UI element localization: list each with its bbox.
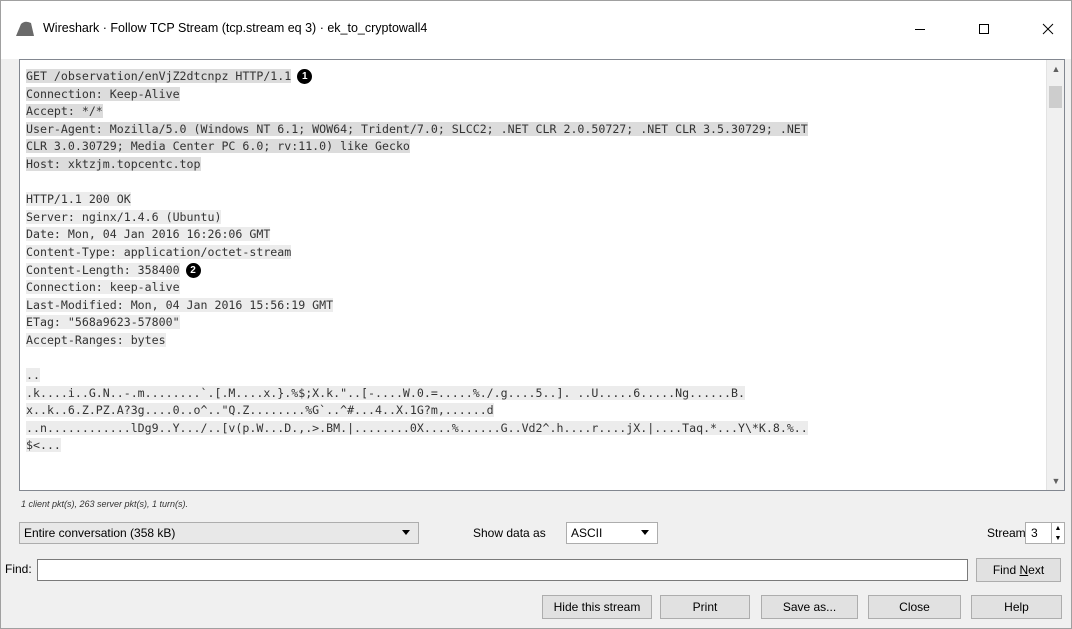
stream-line: Accept-Ranges: bytes	[26, 332, 1040, 350]
stream-line: ..n............lDg9..Y.../..[v(p.W...D.,…	[26, 420, 1040, 438]
help-button[interactable]: Help	[971, 595, 1062, 619]
stream-line: x..k..6.Z.PZ.A?3g....0..o^.."Q.Z........…	[26, 402, 1040, 420]
stream-line-text: .k....i..G.N..-.m........`.[.M....x.}.%$…	[26, 385, 745, 400]
title-bar[interactable]: Wireshark · Follow TCP Stream (tcp.strea…	[1, 1, 1071, 59]
stream-line: ETag: "568a9623-57800"	[26, 314, 1040, 332]
stream-line: Accept: */*	[26, 103, 1040, 121]
spin-down-icon[interactable]: ▼	[1052, 533, 1064, 543]
stream-line-text: User-Agent: Mozilla/5.0 (Windows NT 6.1;…	[26, 121, 808, 136]
close-window-button[interactable]	[1025, 11, 1071, 49]
conversation-select[interactable]: Entire conversation (358 kB)	[19, 522, 419, 544]
show-data-as-value: ASCII	[571, 526, 603, 540]
minimize-button[interactable]	[897, 11, 943, 49]
callout-marker: 1	[297, 69, 313, 84]
hide-stream-button[interactable]: Hide this stream	[542, 595, 652, 619]
vertical-scrollbar[interactable]: ▲ ▼	[1046, 60, 1064, 490]
stream-number-spinbox[interactable]: 3 ▲ ▼	[1025, 522, 1065, 544]
stream-line-text: $<...	[26, 438, 61, 453]
stream-line: GET /observation/enVjZ2dtcnpz HTTP/1.1 1	[26, 68, 1040, 86]
stream-line: $<...	[26, 437, 1040, 455]
find-next-button[interactable]: Find Next	[976, 558, 1061, 582]
window-title: Wireshark · Follow TCP Stream (tcp.strea…	[43, 21, 428, 35]
stream-content[interactable]: GET /observation/enVjZ2dtcnpz HTTP/1.1 1 C…	[26, 68, 1040, 455]
scroll-thumb[interactable]	[1049, 86, 1062, 108]
show-data-as-select[interactable]: ASCII	[566, 522, 658, 544]
stream-label: Stream	[987, 526, 1026, 540]
chevron-down-icon	[641, 530, 649, 535]
find-input[interactable]	[37, 559, 968, 581]
conversation-select-value: Entire conversation (358 kB)	[24, 526, 176, 540]
stream-line-text: GET /observation/enVjZ2dtcnpz HTTP/1.1	[26, 69, 292, 83]
stream-line-text: Last-Modified: Mon, 04 Jan 2016 15:56:19…	[26, 297, 334, 312]
stream-line: Date: Mon, 04 Jan 2016 16:26:06 GMT	[26, 226, 1040, 244]
stream-line: .k....i..G.N..-.m........`.[.M....x.}.%$…	[26, 385, 1040, 403]
stream-line-text: CLR 3.0.30729; Media Center PC 6.0; rv:1…	[26, 139, 410, 154]
stream-line-text: Connection: keep-alive	[26, 280, 180, 295]
scroll-down-icon[interactable]: ▼	[1047, 472, 1064, 490]
stream-line-text: HTTP/1.1 200 OK	[26, 192, 131, 207]
stream-line: ..	[26, 367, 1040, 385]
find-label: Find:	[5, 562, 32, 576]
stream-line-text: Host: xktzjm.topcentc.top	[26, 156, 201, 171]
stream-line-text: Accept-Ranges: bytes	[26, 332, 166, 347]
stream-line-text: ..n............lDg9..Y.../..[v(p.W...D.,…	[26, 420, 808, 435]
stream-line	[26, 350, 1040, 368]
find-next-label: Find Next	[992, 563, 1045, 577]
stream-line: Host: xktzjm.topcentc.top	[26, 156, 1040, 174]
chevron-down-icon	[402, 530, 410, 535]
stream-text-pane[interactable]: GET /observation/enVjZ2dtcnpz HTTP/1.1 1 C…	[19, 59, 1065, 491]
wireshark-fin-icon	[15, 21, 35, 37]
close-icon	[1042, 23, 1054, 38]
packet-stats: 1 client pkt(s), 263 server pkt(s), 1 tu…	[21, 499, 189, 509]
maximize-icon	[978, 23, 990, 38]
stream-line-text: Connection: Keep-Alive	[26, 86, 180, 101]
stream-line: HTTP/1.1 200 OK	[26, 191, 1040, 209]
spin-buttons: ▲ ▼	[1051, 523, 1064, 543]
callout-marker: 2	[185, 262, 201, 278]
follow-tcp-stream-window: Wireshark · Follow TCP Stream (tcp.strea…	[0, 0, 1072, 629]
stream-line: User-Agent: Mozilla/5.0 (Windows NT 6.1;…	[26, 121, 1040, 139]
stream-line-text: ETag: "568a9623-57800"	[26, 315, 180, 330]
close-button[interactable]: Close	[868, 595, 961, 619]
maximize-button[interactable]	[961, 11, 1007, 49]
stream-line-text: Accept: */*	[26, 104, 103, 119]
stream-line: Connection: Keep-Alive	[26, 86, 1040, 104]
save-as-button[interactable]: Save as...	[761, 595, 858, 619]
stream-line-text: ..	[26, 368, 40, 383]
stream-line: Server: nginx/1.4.6 (Ubuntu)	[26, 209, 1040, 227]
stream-line-text: Date: Mon, 04 Jan 2016 16:26:06 GMT	[26, 227, 271, 242]
stream-line: Content-Length: 358400 2	[26, 262, 1040, 280]
stream-line-text: Content-Type: application/octet-stream	[26, 244, 292, 259]
stream-line: Last-Modified: Mon, 04 Jan 2016 15:56:19…	[26, 297, 1040, 315]
stream-line-text: Content-Length: 358400	[26, 262, 180, 277]
stream-number-value[interactable]: 3	[1031, 526, 1038, 540]
stream-line: CLR 3.0.30729; Media Center PC 6.0; rv:1…	[26, 138, 1040, 156]
stream-line-text: x..k..6.Z.PZ.A?3g....0..o^.."Q.Z........…	[26, 403, 494, 418]
stream-line-text: Server: nginx/1.4.6 (Ubuntu)	[26, 209, 222, 224]
show-data-as-label: Show data as	[473, 526, 546, 540]
stream-line: Connection: keep-alive	[26, 279, 1040, 297]
spin-up-icon[interactable]: ▲	[1052, 523, 1064, 533]
scroll-up-icon[interactable]: ▲	[1047, 60, 1064, 78]
minimize-icon	[914, 23, 926, 38]
stream-line	[26, 174, 1040, 192]
stream-line: Content-Type: application/octet-stream	[26, 244, 1040, 262]
print-button[interactable]: Print	[660, 595, 750, 619]
